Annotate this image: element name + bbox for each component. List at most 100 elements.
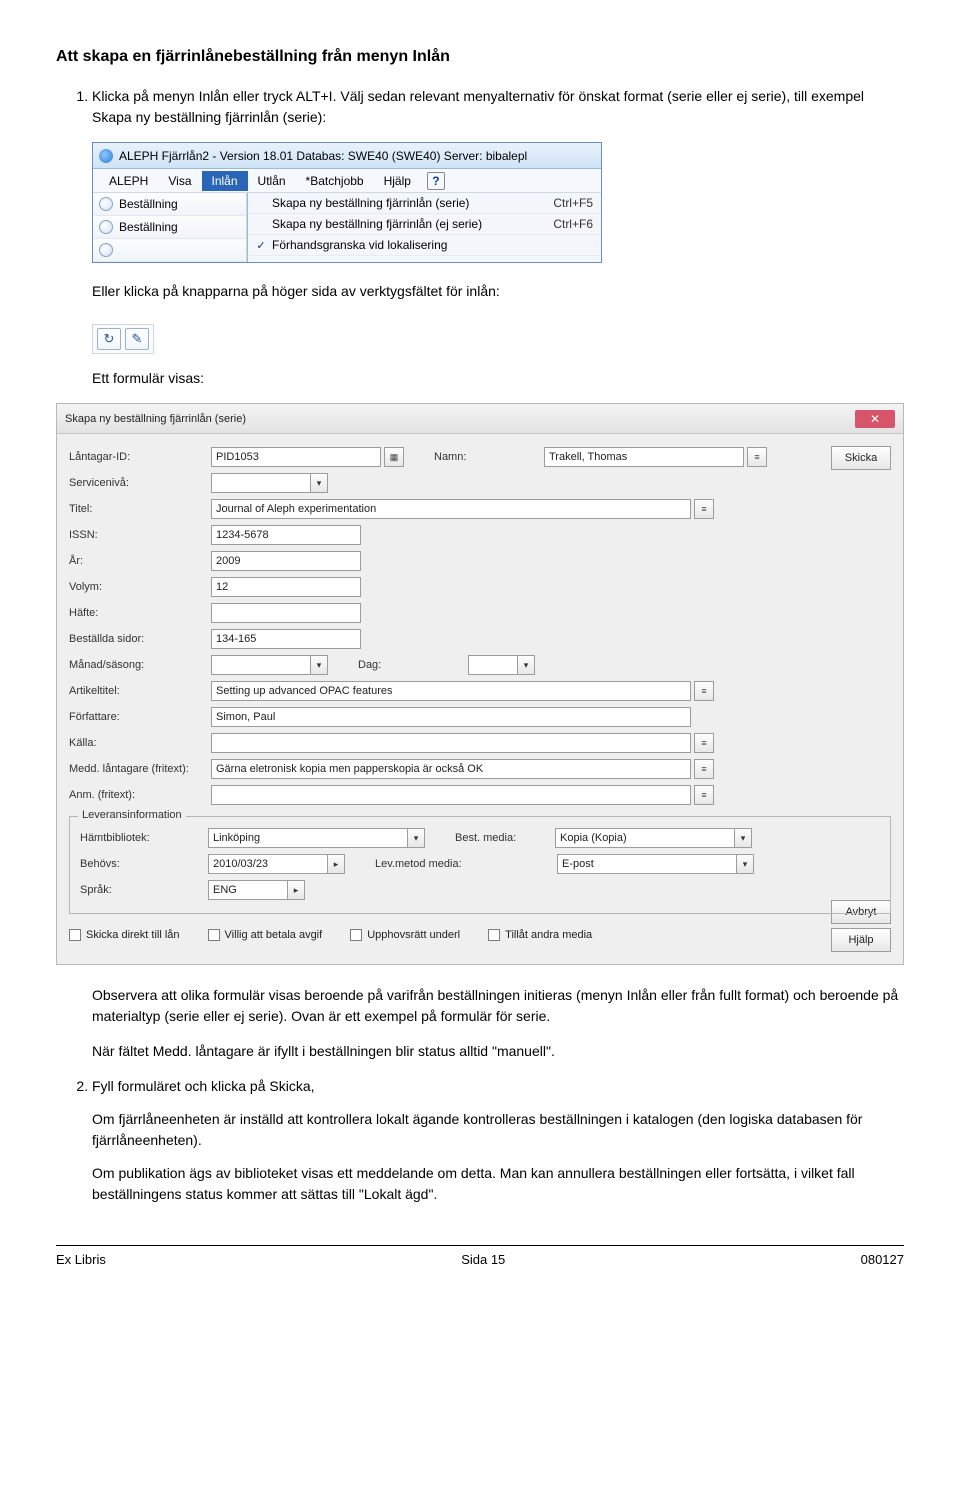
input-sprak[interactable]: ENG	[208, 880, 288, 900]
help-icon[interactable]: ?	[427, 172, 445, 190]
label-hamtbibliotek: Hämtbibliotek:	[80, 832, 208, 844]
check-tillat-andra[interactable]: Tillåt andra media	[488, 929, 592, 941]
menu-visa[interactable]: Visa	[158, 171, 201, 191]
select-manad[interactable]	[211, 655, 311, 675]
label-kalla: Källa:	[69, 737, 211, 749]
tab-icon	[99, 220, 113, 234]
sidebar-tab-1[interactable]: Beställning	[93, 193, 246, 216]
lookup-icon[interactable]: ≡	[694, 759, 714, 779]
label-behovs: Behövs:	[80, 858, 208, 870]
footer-center: Sida 15	[461, 1252, 505, 1267]
chevron-down-icon[interactable]: ▾	[407, 828, 425, 848]
lookup-icon[interactable]: ▸	[287, 880, 305, 900]
step-2-intro: Fyll formuläret och klicka på Skicka,	[92, 1078, 315, 1094]
menu-item-shortcut: Ctrl+F6	[553, 217, 593, 231]
check-label: Skicka direkt till lån	[86, 929, 180, 941]
menubar: ALEPH Visa Inlån Utlån *Batchjobb Hjälp …	[93, 169, 601, 193]
text-mid1: Eller klicka på knapparna på höger sida …	[92, 281, 904, 302]
input-medd-lantagare[interactable]: Gärna eletronisk kopia men papperskopia …	[211, 759, 691, 779]
input-namn[interactable]: Trakell, Thomas	[544, 447, 744, 467]
text-medd-lantagare: När fältet Medd. låntagare är ifyllt i b…	[92, 1041, 904, 1062]
lookup-icon[interactable]: ≡	[694, 499, 714, 519]
input-kalla[interactable]	[211, 733, 691, 753]
close-icon[interactable]: ✕	[855, 410, 895, 428]
menu-item-skapa-serie[interactable]: Skapa ny beställning fjärrinlån (serie) …	[248, 193, 601, 214]
select-dag[interactable]	[468, 655, 518, 675]
menu-utlan[interactable]: Utlån	[248, 171, 296, 191]
menu-aleph[interactable]: ALEPH	[99, 171, 158, 191]
page-title: Att skapa en fjärrinlånebeställning från…	[56, 48, 904, 66]
lookup-icon[interactable]: ≡	[694, 785, 714, 805]
label-namn: Namn:	[434, 451, 544, 463]
menu-hjalp[interactable]: Hjälp	[374, 171, 421, 191]
label-serviceniva: Servicenivå:	[69, 477, 211, 489]
input-anm[interactable]	[211, 785, 691, 805]
input-forfattare[interactable]: Simon, Paul	[211, 707, 691, 727]
label-sidor: Beställda sidor:	[69, 633, 211, 645]
label-best-media: Best. media:	[455, 832, 555, 844]
input-artikeltitel[interactable]: Setting up advanced OPAC features	[211, 681, 691, 701]
check-icon	[256, 198, 266, 208]
check-label: Villig att betala avgif	[225, 929, 323, 941]
skicka-button[interactable]: Skicka	[831, 446, 891, 470]
date-picker-icon[interactable]: ▸	[327, 854, 345, 874]
menu-item-label: Förhandsgranska vid lokalisering	[272, 238, 573, 252]
hjalp-button[interactable]: Hjälp	[831, 928, 891, 952]
new-nonserial-request-icon[interactable]: ✎	[125, 328, 149, 350]
footer-left: Ex Libris	[56, 1252, 106, 1267]
check-skicka-direkt[interactable]: Skicka direkt till lån	[69, 929, 180, 941]
chevron-down-icon[interactable]: ▾	[517, 655, 535, 675]
menu-item-label: Skapa ny beställning fjärrinlån (serie)	[272, 196, 533, 210]
app-icon	[99, 149, 113, 163]
label-issn: ISSN:	[69, 529, 211, 541]
select-levmetod[interactable]: E-post	[557, 854, 737, 874]
dialog-title: Skapa ny beställning fjärrinlån (serie)	[65, 413, 246, 425]
select-hamtbibliotek[interactable]: Linköping	[208, 828, 408, 848]
check-label: Upphovsrätt underl	[367, 929, 460, 941]
chevron-down-icon[interactable]: ▾	[734, 828, 752, 848]
menu-item-label: Skapa ny beställning fjärrinlån (ej seri…	[272, 217, 533, 231]
footer-right: 080127	[861, 1252, 904, 1267]
input-titel[interactable]: Journal of Aleph experimentation	[211, 499, 691, 519]
input-issn[interactable]: 1234-5678	[211, 525, 361, 545]
chevron-down-icon[interactable]: ▾	[310, 473, 328, 493]
label-hafte: Häfte:	[69, 607, 211, 619]
label-forfattare: Författare:	[69, 711, 211, 723]
menu-item-skapa-ejserie[interactable]: Skapa ny beställning fjärrinlån (ej seri…	[248, 214, 601, 235]
lookup-icon[interactable]: ≡	[694, 681, 714, 701]
menu-inlan[interactable]: Inlån	[202, 171, 248, 191]
lookup-icon[interactable]: ≡	[747, 447, 767, 467]
label-manad: Månad/säsong:	[69, 659, 211, 671]
check-villig-betala[interactable]: Villig att betala avgif	[208, 929, 323, 941]
step-2-a: Om fjärrlåneenheten är inställd att kont…	[92, 1109, 904, 1151]
step-2: Fyll formuläret och klicka på Skicka, Om…	[92, 1076, 904, 1205]
input-ar[interactable]: 2009	[211, 551, 361, 571]
select-serviceniva[interactable]	[211, 473, 311, 493]
check-icon	[256, 219, 266, 229]
lookup-icon[interactable]: ≡	[694, 733, 714, 753]
sidebar-tab-3[interactable]	[93, 239, 246, 262]
lookup-icon[interactable]: ▦	[384, 447, 404, 467]
label-anm: Anm. (fritext):	[69, 789, 211, 801]
menu-batchjobb[interactable]: *Batchjobb	[296, 171, 374, 191]
input-lantagar-id[interactable]: PID1053	[211, 447, 381, 467]
sidebar-tab-2[interactable]: Beställning	[93, 216, 246, 239]
input-behovs[interactable]: 2010/03/23	[208, 854, 328, 874]
form-dialog-screenshot: Skapa ny beställning fjärrinlån (serie) …	[56, 403, 904, 965]
legend-leveransinformation: Leveransinformation	[78, 809, 186, 821]
select-best-media[interactable]: Kopia (Kopia)	[555, 828, 735, 848]
new-serial-request-icon[interactable]: ↻	[97, 328, 121, 350]
tab-label: Beställning	[119, 220, 178, 234]
check-upphovsratt[interactable]: Upphovsrätt underl	[350, 929, 460, 941]
label-volym: Volym:	[69, 581, 211, 593]
label-dag: Dag:	[358, 659, 468, 671]
input-sidor[interactable]: 134-165	[211, 629, 361, 649]
check-icon: ✓	[256, 240, 266, 250]
window-title: ALEPH Fjärrlån2 - Version 18.01 Databas:…	[119, 149, 527, 163]
input-volym[interactable]: 12	[211, 577, 361, 597]
input-hafte[interactable]	[211, 603, 361, 623]
label-levmetod: Lev.metod media:	[375, 858, 557, 870]
chevron-down-icon[interactable]: ▾	[736, 854, 754, 874]
menu-item-forhandsgranska[interactable]: ✓ Förhandsgranska vid lokalisering	[248, 235, 601, 256]
chevron-down-icon[interactable]: ▾	[310, 655, 328, 675]
